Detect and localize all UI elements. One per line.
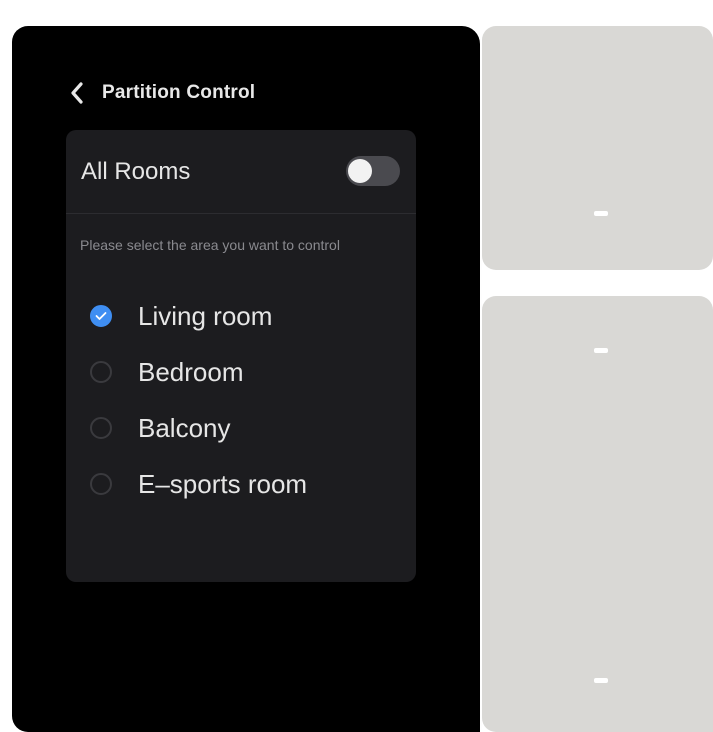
select-area-hint: Please select the area you want to contr… [80,237,340,253]
wall-switch-lower[interactable] [482,296,713,732]
indicator-light [594,348,608,353]
all-rooms-label: All Rooms [81,158,191,185]
room-option-balcony[interactable]: Balcony [90,400,410,456]
radio-unchecked-icon[interactable] [90,417,112,439]
option-label: Living room [138,300,273,331]
indicator-light [594,211,608,216]
room-option-bedroom[interactable]: Bedroom [90,344,410,400]
chevron-left-icon[interactable] [66,80,88,106]
all-rooms-row: All Rooms [66,130,416,214]
radio-unchecked-icon[interactable] [90,361,112,383]
room-option-esports-room[interactable]: E–sports room [90,456,410,512]
radio-unchecked-icon[interactable] [90,473,112,495]
screen-header: Partition Control [66,78,255,108]
indicator-light [594,678,608,683]
device-photo: Partition Control All Rooms Please selec… [0,0,713,732]
toggle-knob [348,159,372,183]
radio-checked-icon[interactable] [90,305,112,327]
all-rooms-toggle[interactable] [346,156,400,186]
option-label: Balcony [138,412,231,443]
room-option-living-room[interactable]: Living room [90,288,410,344]
page-title: Partition Control [102,82,256,103]
option-label: Bedroom [138,356,244,387]
partition-card: All Rooms Please select the area you wan… [66,130,416,582]
wall-switch-upper[interactable] [482,26,713,270]
option-label: E–sports room [138,468,308,499]
room-options: Living room Bedroom Balcony E–sports roo… [90,288,410,512]
